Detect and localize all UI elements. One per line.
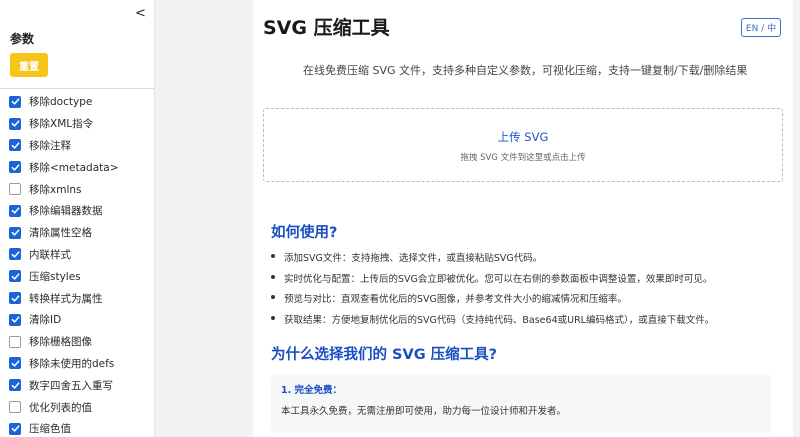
howto-step-text: 预览与对比：直观查看优化后的SVG图像，并参考文件大小的缩减情况和压缩率。 bbox=[284, 294, 627, 305]
checkbox-checked-icon[interactable] bbox=[9, 139, 21, 152]
howto-step: 获取结果：方便地复制优化后的SVG代码（支持纯代码、Base64或URL编码格式… bbox=[271, 312, 714, 333]
option-list: 移除doctype 移除XML指令 移除注释移除<metadata> 移除xmlns 移… bbox=[9, 91, 119, 437]
option-label: 移除xmlns bbox=[29, 183, 82, 196]
bullet-icon bbox=[271, 315, 275, 320]
checkbox-unchecked-icon[interactable] bbox=[9, 183, 21, 196]
upload-dropzone[interactable]: 上传 SVG 拖拽 SVG 文件到这里或点击上传 bbox=[263, 108, 783, 182]
option-item[interactable]: 压缩色值 bbox=[9, 418, 119, 437]
option-label: 移除未使用的defs bbox=[29, 357, 115, 370]
option-label: 压缩色值 bbox=[29, 423, 71, 436]
checkbox-checked-icon[interactable] bbox=[9, 117, 21, 130]
option-item[interactable]: 移除xmlns bbox=[9, 178, 119, 200]
option-item[interactable]: 移除<metadata> bbox=[9, 156, 119, 178]
howto-step: 添加SVG文件：支持拖拽、选择文件，或直接粘贴SVG代码。 bbox=[271, 250, 714, 271]
option-item[interactable]: 移除注释 bbox=[9, 135, 119, 157]
option-item[interactable]: 移除XML指令 bbox=[9, 113, 119, 135]
bullet-icon bbox=[271, 254, 275, 258]
parameters-sidebar: < 参数 重置 移除doctype 移除XML指令 移除注释移除<metadata>… bbox=[0, 0, 155, 437]
option-item[interactable]: 优化列表的值 bbox=[9, 396, 119, 418]
upload-hint: 拖拽 SVG 文件到这里或点击上传 bbox=[460, 153, 586, 163]
option-item[interactable]: 清除属性空格 bbox=[9, 222, 119, 244]
scroll-fade bbox=[253, 429, 793, 437]
option-label: 移除注释 bbox=[29, 139, 71, 152]
howto-step-text: 添加SVG文件：支持拖拽、选择文件，或直接粘贴SVG代码。 bbox=[284, 253, 543, 264]
checkbox-checked-icon[interactable] bbox=[9, 292, 21, 305]
option-label: 压缩styles bbox=[29, 270, 81, 283]
option-label: 内联样式 bbox=[29, 248, 71, 261]
option-item[interactable]: 移除编辑器数据 bbox=[9, 200, 119, 222]
option-item[interactable]: 转换样式为属性 bbox=[9, 287, 119, 309]
howto-step-text: 实时优化与配置：上传后的SVG会立即被优化。您可以在右侧的参数面板中调整设置，效… bbox=[284, 273, 713, 285]
checkbox-checked-icon[interactable] bbox=[9, 161, 21, 174]
option-label: 数字四舍五入重写 bbox=[29, 379, 113, 392]
why-item-text: 本工具永久免费，无需注册即可使用，助力每一位设计师和开发者。 bbox=[281, 406, 567, 417]
option-item[interactable]: 清除ID bbox=[9, 309, 119, 331]
option-label: 优化列表的值 bbox=[29, 401, 92, 414]
option-label: 清除属性空格 bbox=[29, 227, 92, 240]
option-item[interactable]: 内联样式 bbox=[9, 244, 119, 266]
howto-step-text: 获取结果：方便地复制优化后的SVG代码（支持纯代码、Base64或URL编码格式… bbox=[284, 314, 715, 326]
howto-step: 预览与对比：直观查看优化后的SVG图像，并参考文件大小的缩减情况和压缩率。 bbox=[271, 291, 714, 312]
why-heading: 为什么选择我们的 SVG 压缩工具? bbox=[271, 347, 498, 363]
option-label: 移除编辑器数据 bbox=[29, 205, 103, 218]
upload-title[interactable]: 上传 SVG bbox=[264, 129, 782, 145]
checkbox-checked-icon[interactable] bbox=[9, 204, 21, 217]
checkbox-checked-icon[interactable] bbox=[9, 95, 21, 108]
option-label: 清除ID bbox=[29, 314, 62, 327]
bullet-icon bbox=[271, 295, 275, 299]
checkbox-checked-icon[interactable] bbox=[9, 248, 21, 261]
option-item[interactable]: 数字四舍五入重写 bbox=[9, 374, 119, 396]
reset-button[interactable]: 重置 bbox=[10, 53, 48, 77]
checkbox-checked-icon[interactable] bbox=[9, 357, 21, 370]
option-item[interactable]: 压缩styles bbox=[9, 265, 119, 287]
checkbox-checked-icon[interactable] bbox=[9, 422, 21, 435]
checkbox-checked-icon[interactable] bbox=[9, 379, 21, 392]
howto-heading: 如何使用? bbox=[271, 225, 338, 241]
main-panel: SVG 压缩工具 EN / 中 在线免费压缩 SVG 文件，支持多种自定义参数，… bbox=[253, 0, 793, 437]
option-item[interactable]: 移除栅格图像 bbox=[9, 331, 119, 353]
option-label: 移除栅格图像 bbox=[29, 336, 92, 349]
checkbox-checked-icon[interactable] bbox=[9, 313, 21, 326]
option-item[interactable]: 移除未使用的defs bbox=[9, 353, 119, 375]
option-item[interactable]: 移除doctype bbox=[9, 91, 119, 113]
why-card: 1. 完全免费： 本工具永久免费，无需注册即可使用，助力每一位设计师和开发者。 bbox=[271, 374, 771, 437]
option-label: 移除XML指令 bbox=[29, 118, 94, 131]
option-label: 移除doctype bbox=[29, 96, 93, 109]
sidebar-divider bbox=[0, 88, 155, 89]
language-toggle-button[interactable]: EN / 中 bbox=[741, 18, 781, 37]
collapse-sidebar-button[interactable]: < bbox=[135, 6, 146, 21]
option-label: 转换样式为属性 bbox=[29, 292, 103, 305]
bullet-icon bbox=[271, 274, 275, 279]
checkbox-unchecked-icon[interactable] bbox=[9, 401, 21, 414]
parameters-title: 参数 bbox=[10, 32, 35, 46]
checkbox-unchecked-icon[interactable] bbox=[9, 335, 21, 348]
option-label: 移除<metadata> bbox=[29, 161, 119, 174]
why-item-title: 1. 完全免费： bbox=[281, 385, 343, 396]
checkbox-checked-icon[interactable] bbox=[9, 270, 21, 283]
howto-step: 实时优化与配置：上传后的SVG会立即被优化。您可以在右侧的参数面板中调整设置，效… bbox=[271, 271, 714, 292]
howto-steps: 添加SVG文件：支持拖拽、选择文件，或直接粘贴SVG代码。实时优化与配置：上传后… bbox=[271, 250, 714, 332]
page-title: SVG 压缩工具 bbox=[263, 17, 390, 39]
checkbox-checked-icon[interactable] bbox=[9, 226, 21, 239]
page-subtitle: 在线免费压缩 SVG 文件，支持多种自定义参数，可视化压缩，支持一键复制/下载/… bbox=[303, 64, 748, 77]
